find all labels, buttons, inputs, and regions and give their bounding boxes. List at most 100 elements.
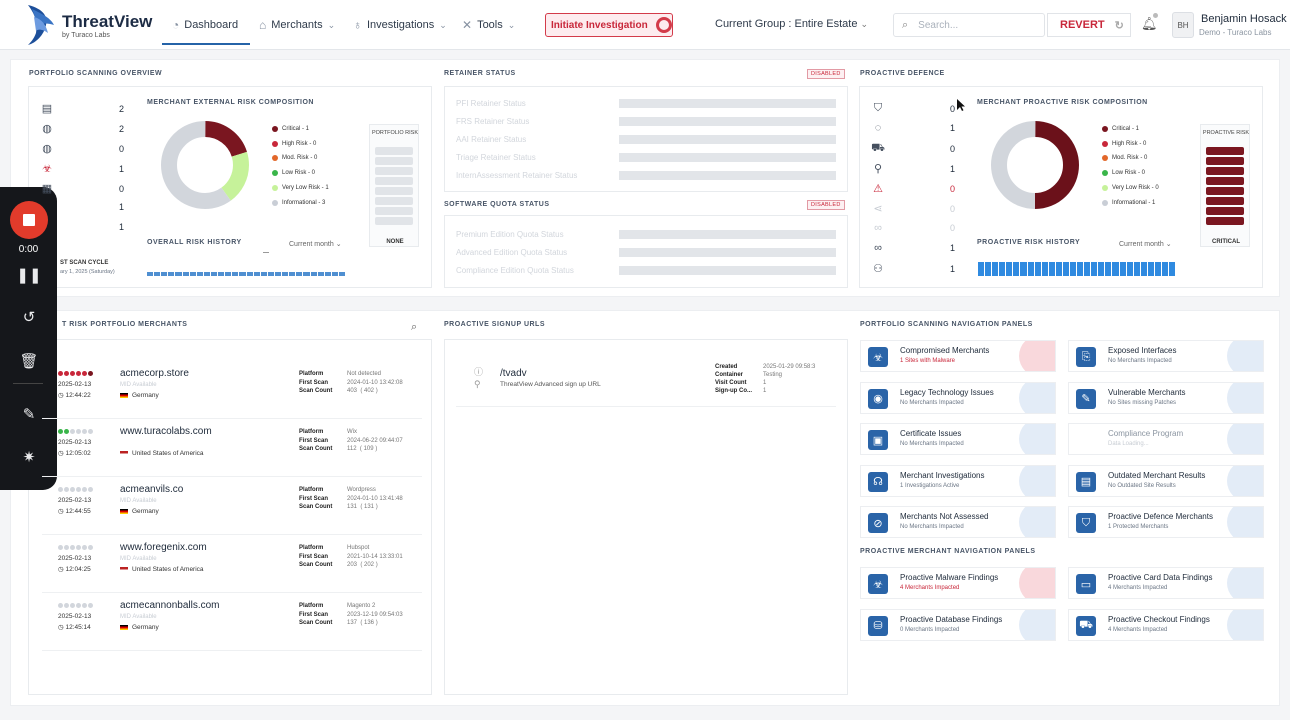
merchant-row[interactable]: 2025-02-13 ◷ 12:05:02 www.turacolabs.com Un… [42, 421, 422, 477]
history-segment [1034, 262, 1041, 276]
portfolio-count-row[interactable]: ☣ 1 [40, 162, 124, 175]
nav-panel-biohazard[interactable]: ☣ Proactive Malware Findings 4 Merchants I… [860, 567, 1056, 599]
bird-logo-icon[interactable] [24, 3, 56, 47]
tools-icon: ✕ [462, 18, 473, 32]
country-name: United States of America [132, 566, 204, 573]
effects-icon[interactable]: ✷ [14, 445, 44, 469]
active-nav-indicator [162, 43, 250, 45]
portfolio-count-row[interactable]: ◍ 2 [40, 122, 124, 135]
group-selector[interactable]: Current Group : Entire Estate ⌄ [715, 18, 868, 30]
signup-url-row[interactable]: ⓘ ⚲ /tvadv ThreatView Advanced sign up U… [456, 355, 836, 407]
panel-title: Proactive Database Findings [900, 614, 1003, 624]
nav-panel-biohazard[interactable]: ☣ Compromised Merchants 1 Sites with Malwa… [860, 340, 1056, 372]
proactive-count-row[interactable]: ⚠ 0 [871, 182, 955, 195]
legend-item: High Risk - 0 [272, 140, 316, 147]
refresh-icon: ↻ [1114, 19, 1124, 32]
avatar[interactable]: BH [1172, 12, 1194, 38]
proactive-count-row[interactable]: ⛉ 0 [871, 102, 955, 115]
merchant-row[interactable]: 2025-02-13 ◷ 12:44:22 acmecorp.store MID Av… [42, 363, 422, 419]
merchant-row[interactable]: 2025-02-13 ◷ 12:44:55 acmeanvils.co MID Ava… [42, 479, 422, 535]
overall-history-period-select[interactable]: Current month ⌄ [289, 240, 342, 248]
nav-panel-compliance[interactable]: Compliance Program Data Loading... [1068, 423, 1264, 455]
portfolio-count-row[interactable]: 1 [40, 222, 124, 232]
nav-panel-certificate[interactable]: ▣ Certificate Issues No Merchants Impacted [860, 423, 1056, 455]
nav-panel-interfaces[interactable]: ⎘ Exposed Interfaces No Merchants Impacted [1068, 340, 1264, 372]
brand-name[interactable]: ThreatView [62, 12, 152, 32]
history-segment [296, 272, 303, 276]
top-bar: ThreatView by Turaco Labs ◔ Dashboard ⌂ … [0, 0, 1290, 50]
signup-url[interactable]: /tvadv [500, 368, 527, 379]
nav-panel-vulnerable[interactable]: ✎ Vulnerable Merchants No Sites missing Pa… [1068, 381, 1264, 414]
proactive-count-row[interactable]: ⛟ 0 [871, 142, 955, 156]
nav-panel-investigation[interactable]: ☊ Merchant Investigations 1 Investigations… [860, 464, 1056, 497]
portfolio-count-row[interactable]: ▤ 2 [40, 102, 124, 115]
panel-background-icon [1019, 507, 1055, 537]
risk-dots [58, 371, 93, 376]
merchant-row[interactable]: 2025-02-13 ◷ 12:45:14 acmecannonballs.com M… [42, 595, 422, 651]
proactive-risk-label: PROACTIVE RISK [1202, 130, 1250, 136]
user-name[interactable]: Benjamin Hosack [1201, 13, 1287, 25]
quota-status-bar [619, 266, 836, 275]
proactive-count-row[interactable]: ∞ 0 [871, 222, 955, 234]
risk-dots [58, 487, 93, 492]
search-icon[interactable]: ⌕ [411, 321, 417, 334]
pause-icon[interactable]: ❚❚ [14, 263, 44, 287]
portfolio-count-row[interactable]: ▦ 0 [40, 182, 124, 195]
overall-risk-history-bar[interactable] [147, 272, 346, 276]
risk-dot [88, 371, 93, 376]
initiate-investigation-button[interactable]: Initiate Investigation [545, 13, 673, 37]
proactive-risk-history-bar[interactable] [978, 262, 1176, 276]
panel-subtitle: No Merchants Impacted [900, 399, 964, 406]
risk-dot [70, 487, 75, 492]
proactive-count-row[interactable]: ⚲ 1 [871, 162, 955, 175]
nav-panel-outdated[interactable]: ▤ Outdated Merchant Results No Outdated Si… [1068, 464, 1264, 497]
proactive-count-row[interactable]: ⋖ 0 [871, 202, 955, 215]
nav-panel-legacy[interactable]: ◉ Legacy Technology Issues No Merchants Im… [860, 381, 1056, 414]
count-value: 1 [949, 123, 955, 133]
count-value: 1 [949, 163, 955, 174]
proactive-history-period-select[interactable]: Current month ⌄ [1119, 240, 1172, 248]
pen-icon[interactable]: ✎ [14, 402, 44, 426]
bell-icon[interactable]: 🔔︎ [1141, 16, 1158, 32]
scan-date: 2025-02-13 [58, 381, 92, 388]
nav-tools[interactable]: ✕ Tools ⌄ [462, 18, 515, 32]
proactive-count-row[interactable]: ⚇ 1 [871, 262, 955, 275]
history-segment [1041, 262, 1048, 276]
external-risk-donut[interactable] [158, 118, 252, 212]
merchant-name[interactable]: acmecannonballs.com [120, 600, 220, 611]
revert-button[interactable]: REVERT ↻ [1047, 13, 1131, 37]
nav-panel-database[interactable]: ⛁ Proactive Database Findings 0 Merchants … [860, 608, 1056, 641]
risk-dot [64, 603, 69, 608]
nav-panel-shield-star[interactable]: ⛉ Proactive Defence Merchants 1 Protected … [1068, 506, 1264, 538]
legend-dot [1102, 184, 1108, 191]
history-segment [1098, 262, 1105, 276]
merchant-name[interactable]: acmecorp.store [120, 368, 189, 379]
lifebuoy-icon [655, 17, 672, 33]
proactive-risk-donut[interactable] [988, 118, 1082, 212]
search-box[interactable]: ⌕ Search... [893, 13, 1045, 37]
nav-panel-card[interactable]: ▭ Proactive Card Data Findings 4 Merchants… [1068, 567, 1264, 599]
risk-dot [70, 545, 75, 550]
nav-merchants[interactable]: ⌂ Merchants ⌄ [259, 18, 335, 32]
proactive-count-row[interactable]: ◌ 1 [871, 122, 955, 134]
nav-investigations[interactable]: ♁ Investigations ⌄ [353, 18, 447, 32]
nav-dashboard[interactable]: ◔ Dashboard [172, 18, 238, 32]
merchant-name[interactable]: www.turacolabs.com [120, 426, 212, 437]
merchant-row[interactable]: 2025-02-13 ◷ 12:04:25 www.foregenix.com MID… [42, 537, 422, 593]
info-icon: ⓘ [474, 367, 484, 377]
portfolio-count-row[interactable]: ◍ 0 [40, 142, 124, 155]
history-segment [253, 272, 260, 276]
restart-icon[interactable]: ↺ [14, 305, 44, 329]
search-input[interactable]: Search... [918, 20, 958, 31]
merchant-name[interactable]: acmeanvils.co [120, 484, 183, 495]
risk-dot [76, 487, 81, 492]
legend-label: Informational - 3 [282, 199, 326, 206]
nav-panel-cart[interactable]: ⛟ Proactive Checkout Findings 4 Merchants … [1068, 608, 1264, 641]
proactive-count-row[interactable]: ∞ 1 [871, 242, 955, 254]
portfolio-count-row[interactable]: 1 [40, 202, 124, 212]
legend-item: Very Low Risk - 0 [1102, 184, 1159, 191]
merchant-mid-status: MID Available [120, 382, 157, 388]
nav-panel-eye-off[interactable]: ⊘ Merchants Not Assessed No Merchants Impa… [860, 506, 1056, 538]
merchant-name[interactable]: www.foregenix.com [120, 542, 207, 553]
trash-icon[interactable]: 🗑︎ [14, 349, 44, 373]
